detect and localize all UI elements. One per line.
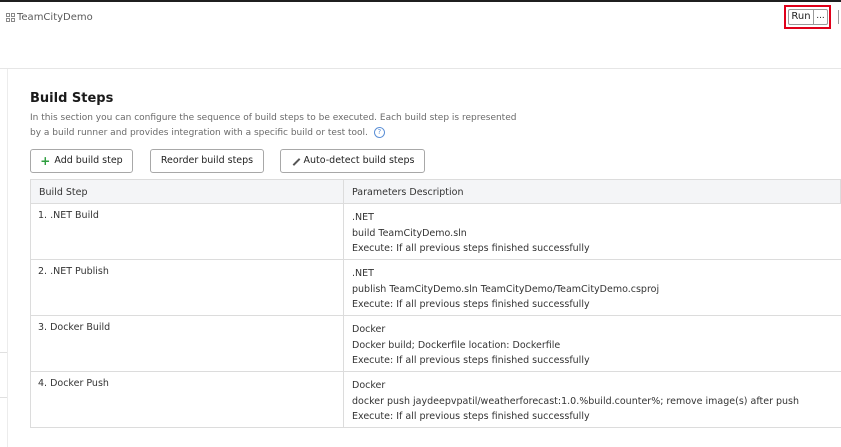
runner-command: Docker build; Dockerfile location: Docke…	[352, 339, 561, 351]
plus-icon: +	[40, 154, 51, 168]
run-button[interactable]: Run	[788, 9, 814, 25]
auto-detect-build-steps-label: Auto-detect build steps	[303, 155, 415, 166]
table-row[interactable]: 1. .NET Build .NET build TeamCityDemo.sl…	[30, 204, 841, 260]
sidebar-divider	[0, 397, 7, 398]
table-row[interactable]: 3. Docker Build Docker Docker build; Doc…	[30, 316, 841, 372]
runner-command: publish TeamCityDemo.sln TeamCityDemo/Te…	[352, 283, 660, 295]
build-step-name[interactable]: 3. Docker Build	[38, 322, 110, 333]
description-text: In this section you can configure the se…	[30, 113, 517, 138]
reorder-build-steps-button[interactable]: Reorder build steps	[150, 149, 264, 173]
reorder-build-steps-label: Reorder build steps	[160, 155, 254, 166]
table-header-row: Build Step Parameters Description	[30, 179, 841, 204]
runner-type: .NET	[352, 268, 374, 279]
question-circle-icon[interactable]: ?	[373, 127, 385, 138]
column-header-parameters: Parameters Description	[352, 187, 464, 198]
parameters-description: .NET publish TeamCityDemo.sln TeamCityDe…	[352, 266, 659, 313]
magic-wand-icon	[291, 157, 300, 166]
column-divider	[343, 179, 344, 427]
execute-condition: Execute: If all previous steps finished …	[352, 299, 590, 310]
parameters-description: Docker docker push jaydeepvpatil/weather…	[352, 378, 799, 425]
auto-detect-build-steps-button[interactable]: Auto-detect build steps	[280, 149, 425, 173]
runner-command: build TeamCityDemo.sln	[352, 227, 467, 239]
header-bar: TeamCityDemo	[0, 2, 841, 69]
runner-type: .NET	[352, 212, 374, 223]
table-row[interactable]: 4. Docker Push Docker docker push jaydee…	[30, 372, 841, 428]
table-row[interactable]: 2. .NET Publish .NET publish TeamCityDem…	[30, 260, 841, 316]
execute-condition: Execute: If all previous steps finished …	[352, 243, 590, 254]
column-header-build-step: Build Step	[39, 187, 88, 198]
execute-condition: Execute: If all previous steps finished …	[352, 411, 590, 422]
run-options-button[interactable]: ...	[814, 9, 828, 25]
add-build-step-button[interactable]: + Add build step	[30, 149, 133, 173]
runner-type: Docker	[352, 324, 386, 335]
project-name[interactable]: TeamCityDemo	[17, 12, 93, 23]
section-description: In this section you can configure the se…	[30, 111, 530, 141]
parameters-description: .NET build TeamCityDemo.sln Execute: If …	[352, 210, 590, 257]
parameters-description: Docker Docker build; Dockerfile location…	[352, 322, 590, 369]
grid-icon	[6, 13, 15, 22]
runner-type: Docker	[352, 380, 386, 391]
execute-condition: Execute: If all previous steps finished …	[352, 355, 590, 366]
left-sidebar-edge	[0, 69, 8, 447]
runner-command: docker push jaydeepvpatil/weatherforecas…	[352, 395, 800, 407]
add-build-step-label: Add build step	[54, 155, 123, 166]
page-title: Build Steps	[30, 91, 114, 106]
project-breadcrumb[interactable]: TeamCityDemo	[6, 12, 93, 23]
build-step-name[interactable]: 2. .NET Publish	[38, 266, 109, 277]
build-step-name[interactable]: 4. Docker Push	[38, 378, 109, 389]
build-step-name[interactable]: 1. .NET Build	[38, 210, 99, 221]
sidebar-divider	[0, 352, 7, 353]
